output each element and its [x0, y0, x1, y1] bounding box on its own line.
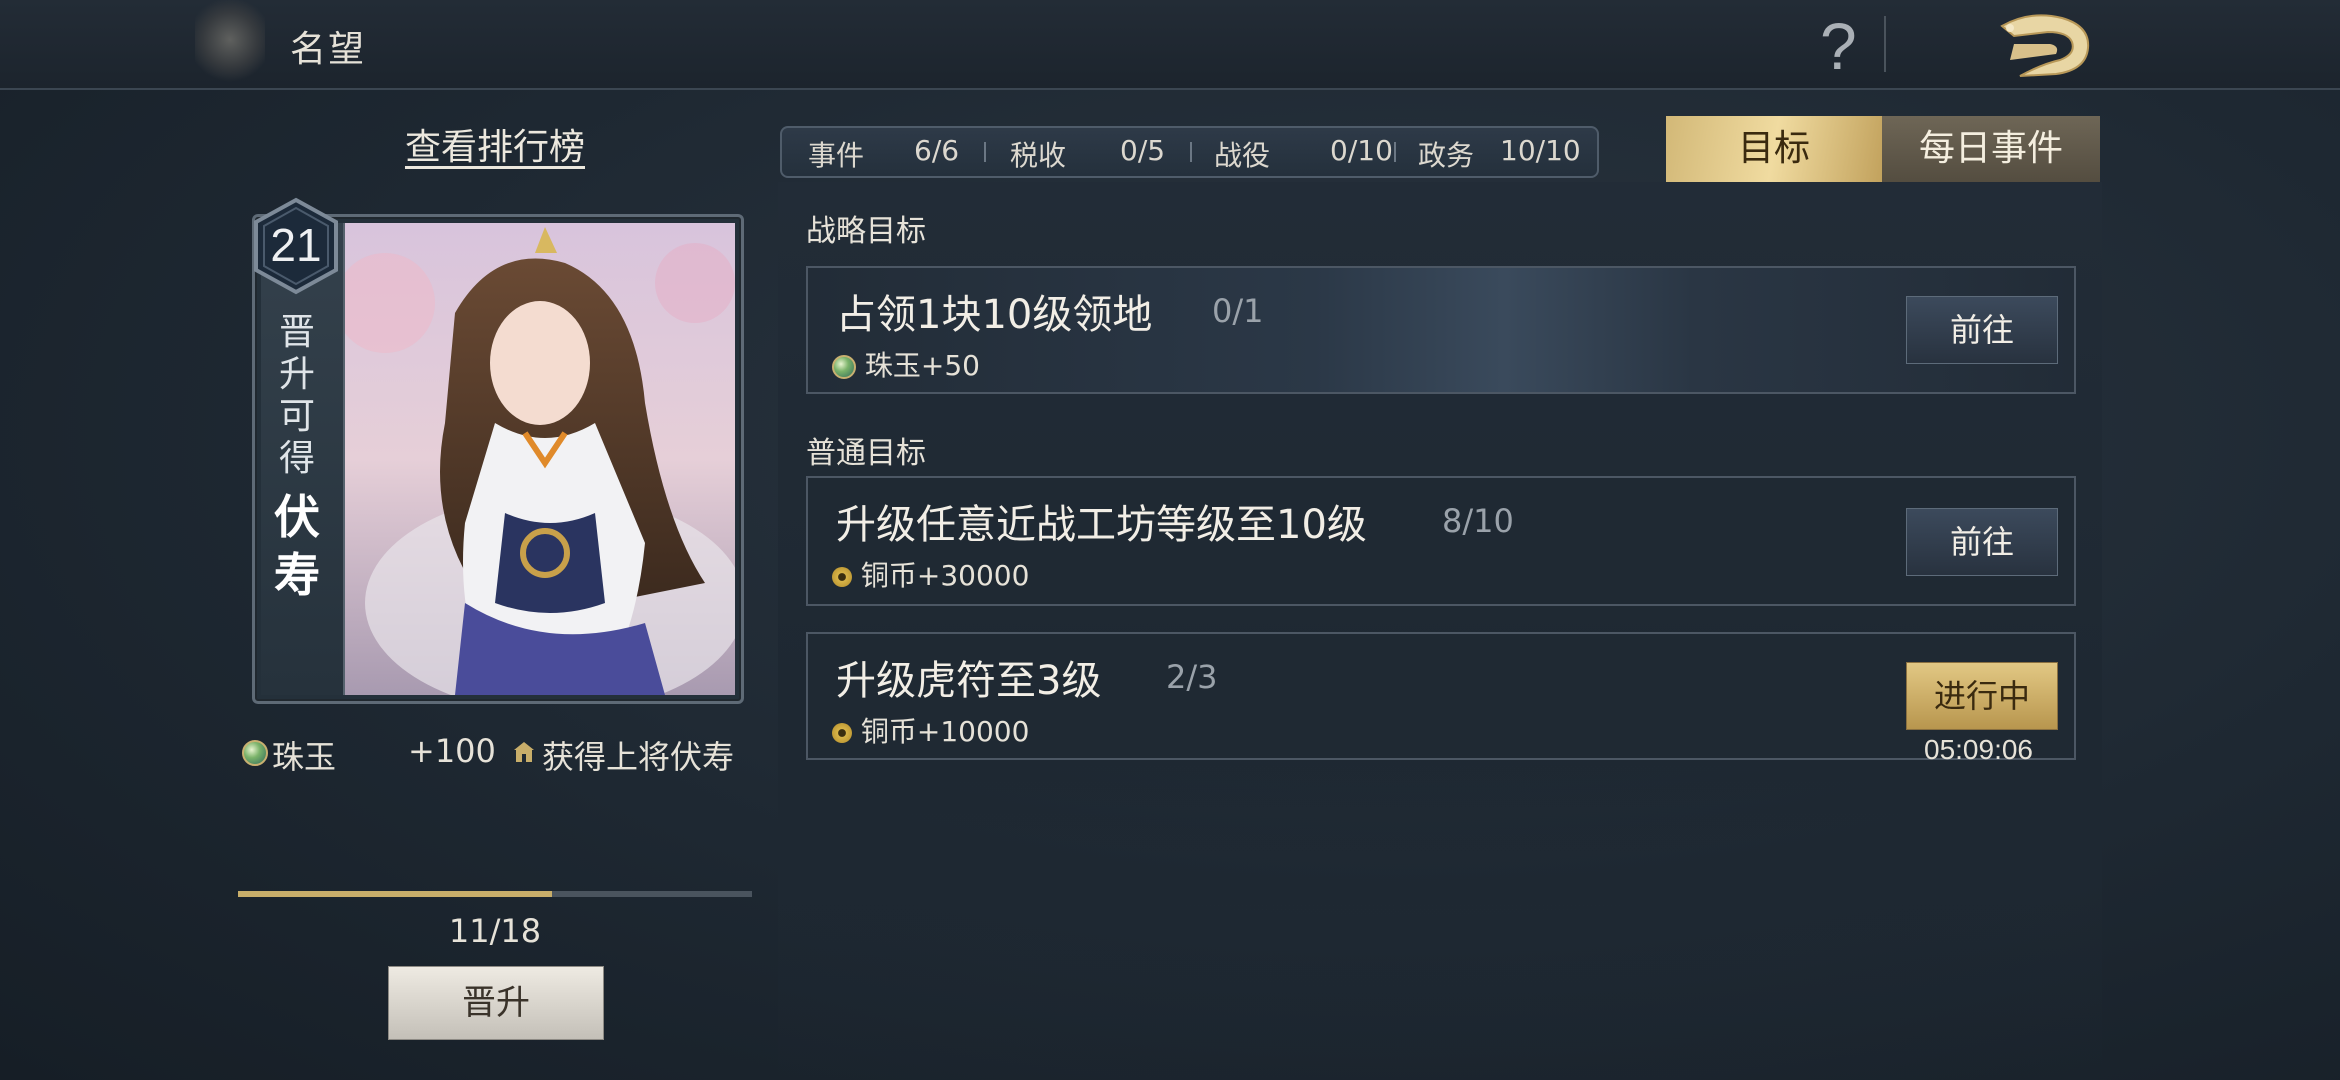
goal-reward: 珠玉+50 — [832, 344, 980, 384]
promote-button[interactable]: 晋升 — [388, 966, 604, 1040]
gem-icon — [832, 355, 856, 379]
general-name: 伏 寿 — [274, 490, 320, 602]
leaderboard-link[interactable]: 查看排行榜 — [400, 118, 590, 170]
goal-title: 升级任意近战工坊等级至10级 — [836, 502, 1367, 548]
promotion-label: 晋 升 可 得 — [278, 312, 315, 479]
promotion-progress-bar — [238, 891, 752, 897]
coin-icon — [832, 567, 852, 587]
promotion-progress-fill — [238, 891, 553, 897]
reward-general: 获得上将伏寿 — [542, 738, 735, 776]
section-normal-title: 普通目标 — [806, 436, 926, 471]
goal-reward: 铜币+10000 — [832, 710, 1029, 750]
goal-title: 占领1块10级领地 — [836, 292, 1153, 338]
stat-events: 事件 6/6 — [808, 134, 960, 172]
coin-icon — [832, 723, 852, 743]
help-icon[interactable]: ? — [1820, 8, 1857, 84]
goal-row: 升级任意近战工坊等级至10级 8/10 铜币+30000 前往 — [806, 476, 2076, 606]
divider — [1884, 16, 1886, 72]
goal-reward: 铜币+30000 — [832, 554, 1029, 594]
stat-affairs: 政务 10/10 — [1418, 134, 1581, 172]
promotion-progress-text: 11/18 — [448, 912, 542, 950]
dragon-emblem-icon — [195, 0, 265, 88]
tab-target[interactable]: 目标 — [1666, 116, 1882, 182]
in-progress-button[interactable]: 进行中 — [1906, 662, 2058, 730]
go-button[interactable]: 前往 — [1906, 296, 2058, 364]
goal-progress: 0/1 — [1212, 292, 1264, 330]
goal-timer: 05:09:06 — [1924, 734, 2033, 765]
stat-separator — [1190, 142, 1192, 162]
go-button[interactable]: 前往 — [1906, 508, 2058, 576]
general-unlock-icon — [514, 742, 534, 762]
tab-daily-events[interactable]: 每日事件 — [1882, 116, 2100, 182]
stat-separator — [984, 142, 986, 162]
reward-amount: +100 — [408, 732, 496, 770]
stat-battles: 战役 0/10 — [1214, 134, 1393, 172]
goal-progress: 8/10 — [1442, 502, 1514, 540]
section-strategic-title: 战略目标 — [806, 214, 926, 249]
gem-icon — [242, 740, 268, 766]
goal-progress: 2/3 — [1166, 658, 1218, 696]
page-title: 名望 — [290, 29, 367, 70]
top-bar: 名望 ? — [0, 0, 2340, 90]
dragon-back-icon[interactable] — [1990, 4, 2100, 84]
goal-row: 升级虎符至3级 2/3 铜币+10000 进行中 05:09:06 — [806, 632, 2076, 765]
stat-separator — [1394, 142, 1396, 162]
general-portrait — [345, 223, 735, 695]
goal-title: 升级虎符至3级 — [836, 658, 1102, 704]
promotion-rewards: 珠玉 +100 获得上将伏寿 — [240, 730, 760, 776]
stat-tax: 税收 0/5 — [1010, 134, 1166, 172]
goal-row: 占领1块10级领地 0/1 珠玉+50 前往 — [806, 266, 2076, 394]
stats-bar: 事件 6/6 税收 0/5 战役 0/10 政务 10/10 — [780, 126, 1599, 178]
general-level: 21 — [270, 219, 322, 271]
reward-name: 珠玉 — [272, 738, 337, 776]
